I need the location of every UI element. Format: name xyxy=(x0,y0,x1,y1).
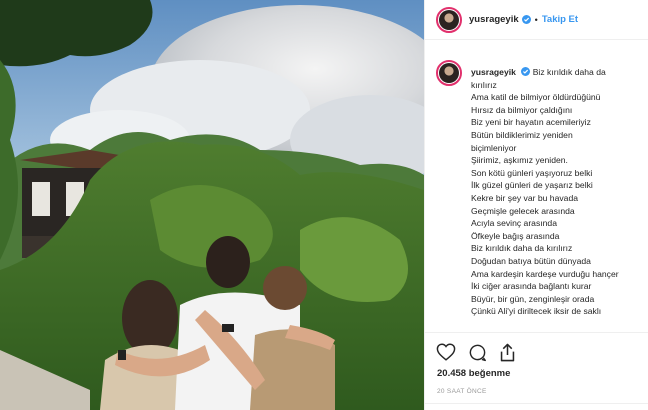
caption-line: Büyür, bir gün, zenginleşir orada xyxy=(471,293,595,304)
caption-line: Acıyla sevinç arasında xyxy=(471,218,557,229)
heart-icon[interactable] xyxy=(436,343,456,361)
post-caption: yusrageyik Biz kırıldık daha da kırılırı… xyxy=(425,56,648,332)
caption-avatar[interactable] xyxy=(436,60,462,86)
comment-icon[interactable] xyxy=(468,343,487,362)
caption-line: Biz yeni bir hayatın acemileriyiz xyxy=(471,117,591,128)
caption-line: Son kötü günleri yaşıyoruz belki xyxy=(471,167,593,178)
caption-line: İlk güzel günleri de yaşarız belki xyxy=(471,180,593,191)
share-icon[interactable] xyxy=(499,343,516,362)
caption-line: kırılırız xyxy=(471,79,497,90)
caption-line: Biz kırıldık daha da xyxy=(532,67,606,77)
post-actions: 20.458 beğenme 20 SAAT ÖNCE xyxy=(425,332,648,410)
action-icons xyxy=(436,341,516,363)
caption-line: Biz kırıldık daha da kırılırız xyxy=(471,243,573,254)
caption-line: Öfkeyle bağış arasında xyxy=(471,230,560,241)
caption-line: Ama kardeşin kardeşe vurduğu hançer xyxy=(471,268,619,279)
caption-line: Geçmişle gelecek arasında xyxy=(471,205,575,216)
caption-line: İki ciğer arasında bağlantı kurar xyxy=(471,281,592,292)
post-photo xyxy=(0,0,424,410)
post-photo-image xyxy=(0,0,424,410)
like-count[interactable]: 20.458 beğenme xyxy=(437,368,510,379)
caption-line: Kekre bir şey var bu havada xyxy=(471,192,579,203)
caption-line: Ama katil de bilmiyor öldürdüğünü xyxy=(471,92,601,103)
author-avatar[interactable] xyxy=(436,6,462,33)
caption-line: Şiirimiz, aşkımız yeniden. xyxy=(471,155,568,166)
follow-button[interactable]: Takip Et xyxy=(542,14,578,25)
verified-badge-icon xyxy=(521,67,531,76)
caption-text: yusrageyik Biz kırıldık daha da kırılırı… xyxy=(471,66,647,318)
verified-badge-icon xyxy=(521,15,531,24)
author-username[interactable]: yusrageyik xyxy=(469,14,519,25)
caption-line: Doğudan batıya bütün dünyada xyxy=(471,255,591,266)
caption-line: Bütün bildiklerimiz yeniden xyxy=(471,129,573,140)
caption-username[interactable]: yusrageyik xyxy=(471,67,516,77)
separator-dot: • xyxy=(534,14,538,25)
caption-line: Çünkü Ali'yi diriltecek iksir de saklı xyxy=(471,306,602,317)
caption-line: Hırsız da bilmiyor çaldığını xyxy=(471,104,573,115)
caption-line: biçimleniyor xyxy=(471,142,517,153)
post-sidebar: yusrageyik • Takip Et yusrageyik Biz kır… xyxy=(424,0,648,410)
divider xyxy=(425,403,648,404)
post-header: yusrageyik • Takip Et xyxy=(425,0,648,40)
post-timestamp: 20 SAAT ÖNCE xyxy=(437,388,487,395)
